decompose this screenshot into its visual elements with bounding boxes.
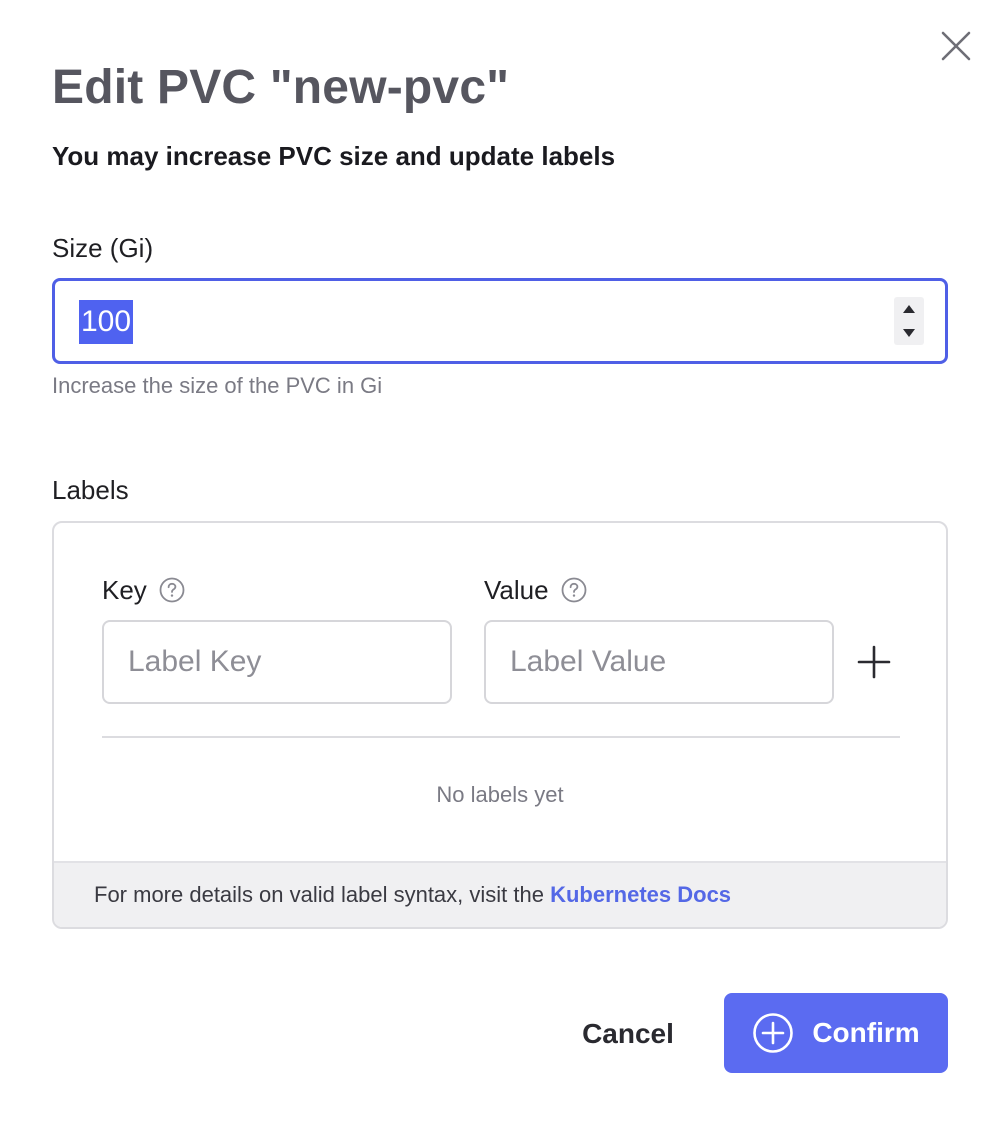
dialog-title: Edit PVC "new-pvc" bbox=[52, 61, 510, 114]
plus-icon bbox=[857, 645, 891, 679]
edit-pvc-dialog: Edit PVC "new-pvc" You may increase PVC … bbox=[0, 0, 1004, 1128]
size-stepper[interactable] bbox=[894, 297, 924, 345]
labels-footer: For more details on valid label syntax, … bbox=[54, 861, 946, 927]
labels-divider bbox=[102, 736, 900, 738]
size-label: Size (Gi) bbox=[52, 233, 154, 263]
caret-down-icon bbox=[903, 329, 915, 337]
close-icon bbox=[941, 31, 971, 61]
confirm-button[interactable]: Confirm bbox=[724, 993, 948, 1073]
size-value[interactable]: 100 bbox=[79, 300, 134, 344]
cancel-button[interactable]: Cancel bbox=[560, 994, 696, 1074]
size-helper-text: Increase the size of the PVC in Gi bbox=[52, 373, 383, 398]
dialog-subtitle: You may increase PVC size and update lab… bbox=[52, 141, 616, 171]
labels-section-label: Labels bbox=[52, 475, 129, 505]
question-circle-icon bbox=[561, 577, 586, 603]
stepper-up-button[interactable] bbox=[894, 298, 924, 320]
value-help-icon[interactable] bbox=[561, 577, 587, 603]
plus-circle-icon bbox=[752, 1012, 794, 1054]
value-column-label: Value bbox=[484, 573, 587, 607]
key-help-icon[interactable] bbox=[159, 577, 185, 603]
labels-editor: Key Value Label Key Label Value No label… bbox=[52, 521, 948, 929]
stepper-down-button[interactable] bbox=[894, 322, 924, 344]
question-circle-icon bbox=[159, 577, 185, 603]
key-column-label: Key bbox=[102, 573, 185, 607]
labels-empty-state: No labels yet bbox=[436, 782, 564, 807]
label-value-input[interactable] bbox=[484, 620, 834, 704]
labels-footer-text: For more details on valid label syntax, … bbox=[94, 879, 731, 911]
value-label-text: Value bbox=[484, 575, 549, 605]
key-label-text: Key bbox=[102, 575, 147, 605]
close-button[interactable] bbox=[938, 28, 974, 64]
kubernetes-docs-link[interactable]: Kubernetes Docs bbox=[550, 882, 731, 907]
caret-up-icon bbox=[903, 305, 915, 313]
label-key-input[interactable] bbox=[102, 620, 452, 704]
confirm-label: Confirm bbox=[812, 1017, 920, 1048]
footer-text-prefix: For more details on valid label syntax, … bbox=[94, 882, 551, 907]
size-input[interactable]: 100 bbox=[52, 278, 948, 364]
add-label-button[interactable] bbox=[852, 640, 896, 684]
